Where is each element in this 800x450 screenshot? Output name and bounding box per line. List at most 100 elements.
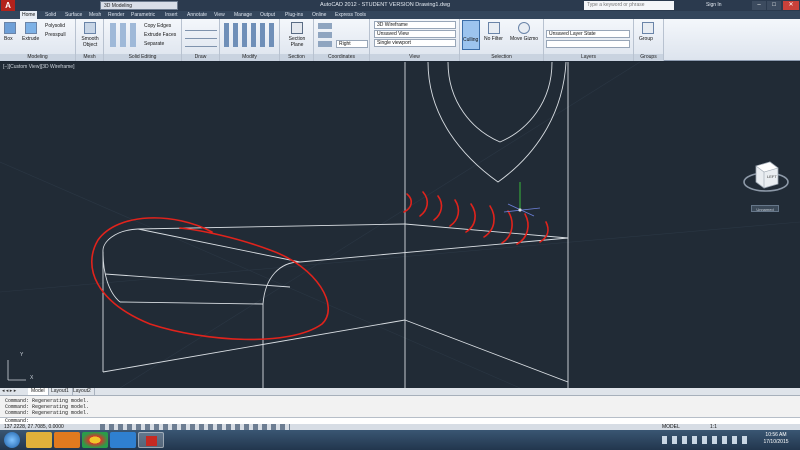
system-tray-icons[interactable] xyxy=(662,436,752,444)
clock-time: 10:56 AM xyxy=(765,432,787,438)
tab-model[interactable]: Model xyxy=(28,388,49,395)
section-plane-button[interactable]: Section Plane xyxy=(282,36,312,48)
polysolid-button[interactable]: Polysolid xyxy=(45,23,65,29)
modify-tools-icon[interactable] xyxy=(224,23,276,47)
tab-layout2[interactable]: Layout2 xyxy=(70,388,95,395)
smooth-object-button[interactable]: Smooth Object xyxy=(78,36,102,48)
extrude-icon xyxy=(25,22,37,34)
tab-online[interactable]: Online xyxy=(310,11,328,19)
named-view-dropdown[interactable]: Unsaved View xyxy=(374,30,456,38)
presspull-button[interactable]: Presspull xyxy=(45,32,66,38)
panel-section: Section Plane Section xyxy=(280,19,314,61)
panel-title-coordinates: Coordinates xyxy=(314,54,369,61)
panel-title-modify: Modify xyxy=(220,54,279,61)
start-button[interactable] xyxy=(4,432,20,448)
no-filter-icon xyxy=(488,22,500,34)
extrude-button[interactable]: Extrude xyxy=(22,36,39,42)
windows-taskbar: 10:56 AM 17/10/2015 xyxy=(0,430,800,450)
tab-plugins[interactable]: Plug-ins xyxy=(283,11,305,19)
viewcube[interactable]: LEFT xyxy=(742,152,790,200)
internet-explorer-icon[interactable] xyxy=(110,432,136,448)
panel-layers: Unsaved Layer State Layers xyxy=(544,19,634,61)
panel-view: 3D Wireframe Unsaved View Single viewpor… xyxy=(370,19,460,61)
smooth-object-icon xyxy=(84,22,96,34)
panel-title-selection: Selection xyxy=(460,54,543,61)
ucs-y-label: Y xyxy=(20,352,24,358)
box-button[interactable]: Box xyxy=(4,36,13,42)
title-bar: A 3D Modeling AutoCAD 2012 - STUDENT VER… xyxy=(0,0,800,11)
panel-title-layers: Layers xyxy=(544,54,633,61)
clock-date: 17/10/2015 xyxy=(763,439,789,445)
tab-express-tools[interactable]: Express Tools xyxy=(333,11,368,19)
wireframe-canvas[interactable] xyxy=(0,62,800,388)
solid-model-wireframe[interactable] xyxy=(102,62,569,388)
tab-manage[interactable]: Manage xyxy=(232,11,254,19)
tab-home[interactable]: Home xyxy=(20,11,38,19)
copy-edges-button[interactable]: Copy Edges xyxy=(144,23,171,29)
chrome-icon[interactable] xyxy=(82,432,108,448)
layer-dropdown[interactable] xyxy=(546,40,630,48)
grid-lines xyxy=(0,62,800,388)
maximize-button[interactable]: □ xyxy=(767,1,781,10)
panel-selection: Culling No Filter Move Gizmo Selection xyxy=(460,19,544,61)
panel-coordinates: Right Coordinates xyxy=(314,19,370,61)
ucs-x-label: X xyxy=(30,375,34,381)
panel-modeling: Box Extrude Polysolid Presspull Modeling xyxy=(0,19,76,61)
layer-state-dropdown[interactable]: Unsaved Layer State xyxy=(546,30,630,38)
tab-view[interactable]: View xyxy=(212,11,227,19)
command-line-input[interactable]: Command: xyxy=(0,417,800,424)
draw-tools-icon[interactable] xyxy=(185,23,217,47)
panel-solid-editing: Copy Edges Extrude Faces Separate Solid … xyxy=(104,19,182,61)
tab-mesh[interactable]: Mesh xyxy=(87,11,103,19)
command-history-line: Command: Regenerating model. xyxy=(5,410,90,416)
move-gizmo-icon xyxy=(518,22,530,34)
minimize-button[interactable]: – xyxy=(752,1,766,10)
close-button[interactable]: ✕ xyxy=(783,1,799,10)
extrude-faces-button[interactable]: Extrude Faces xyxy=(144,32,176,38)
autocad-taskbar-button[interactable] xyxy=(138,432,164,448)
media-player-icon[interactable] xyxy=(54,432,80,448)
red-annotation-marks xyxy=(90,191,549,341)
ucs-icon xyxy=(7,360,26,381)
panel-draw: Draw xyxy=(182,19,220,61)
tab-parametric[interactable]: Parametric xyxy=(129,11,157,19)
visual-style-dropdown[interactable]: 3D Wireframe xyxy=(374,21,456,29)
solid-editing-tools-icon[interactable] xyxy=(110,23,140,47)
tab-insert[interactable]: Insert xyxy=(163,11,180,19)
tab-render[interactable]: Render xyxy=(106,11,126,19)
viewport-controls-label[interactable]: [−][Custom View][3D Wireframe] xyxy=(3,64,74,70)
ribbon: Box Extrude Polysolid Presspull Modeling… xyxy=(0,19,800,61)
no-filter-button[interactable]: No Filter xyxy=(484,36,503,42)
separate-button[interactable]: Separate xyxy=(144,41,164,47)
group-button[interactable]: Group xyxy=(639,36,653,42)
clock[interactable]: 10:56 AM 17/10/2015 xyxy=(756,432,796,446)
tab-annotate[interactable]: Annotate xyxy=(185,11,209,19)
panel-title-mesh: Mesh xyxy=(76,54,103,61)
move-gizmo-button[interactable]: Move Gizmo xyxy=(510,36,538,42)
viewport-config-dropdown[interactable]: Single viewport xyxy=(374,39,456,47)
panel-mesh: Smooth Object Mesh xyxy=(76,19,104,61)
layout-nav-arrows[interactable]: ◂ ◂ ▸ ▸ xyxy=(2,388,28,395)
window-title: AutoCAD 2012 - STUDENT VERSION Drawing1.… xyxy=(320,2,451,8)
ucs-view-dropdown[interactable]: Right xyxy=(336,40,368,48)
ucs-menu[interactable]: Unnamed xyxy=(751,205,779,212)
tab-solid[interactable]: Solid xyxy=(43,11,58,19)
box-icon xyxy=(4,22,16,34)
drawing-viewport[interactable]: [−][Custom View][3D Wireframe] Y X LEFT … xyxy=(0,62,800,388)
search-input[interactable]: Type a keyword or phrase xyxy=(584,1,674,10)
viewcube-face-label: LEFT xyxy=(767,174,777,179)
explorer-icon[interactable] xyxy=(26,432,52,448)
culling-button[interactable] xyxy=(462,20,480,50)
sign-in-link[interactable]: Sign In xyxy=(706,0,722,11)
panel-title-modeling: Modeling xyxy=(0,54,75,61)
command-history: Command: Regenerating model. Command: Re… xyxy=(0,395,800,417)
autocad-icon xyxy=(146,436,157,446)
application-menu-button[interactable]: A xyxy=(1,0,15,11)
layout-tabs: ◂ ◂ ▸ ▸ Model Layout1 Layout2 xyxy=(0,388,800,395)
workspace-switcher[interactable]: 3D Modeling xyxy=(100,1,178,10)
tab-surface[interactable]: Surface xyxy=(63,11,84,19)
tab-output[interactable]: Output xyxy=(258,11,277,19)
ucs-tools-icon[interactable] xyxy=(318,23,332,47)
panel-title-view: View xyxy=(370,54,459,61)
section-plane-icon xyxy=(291,22,303,34)
